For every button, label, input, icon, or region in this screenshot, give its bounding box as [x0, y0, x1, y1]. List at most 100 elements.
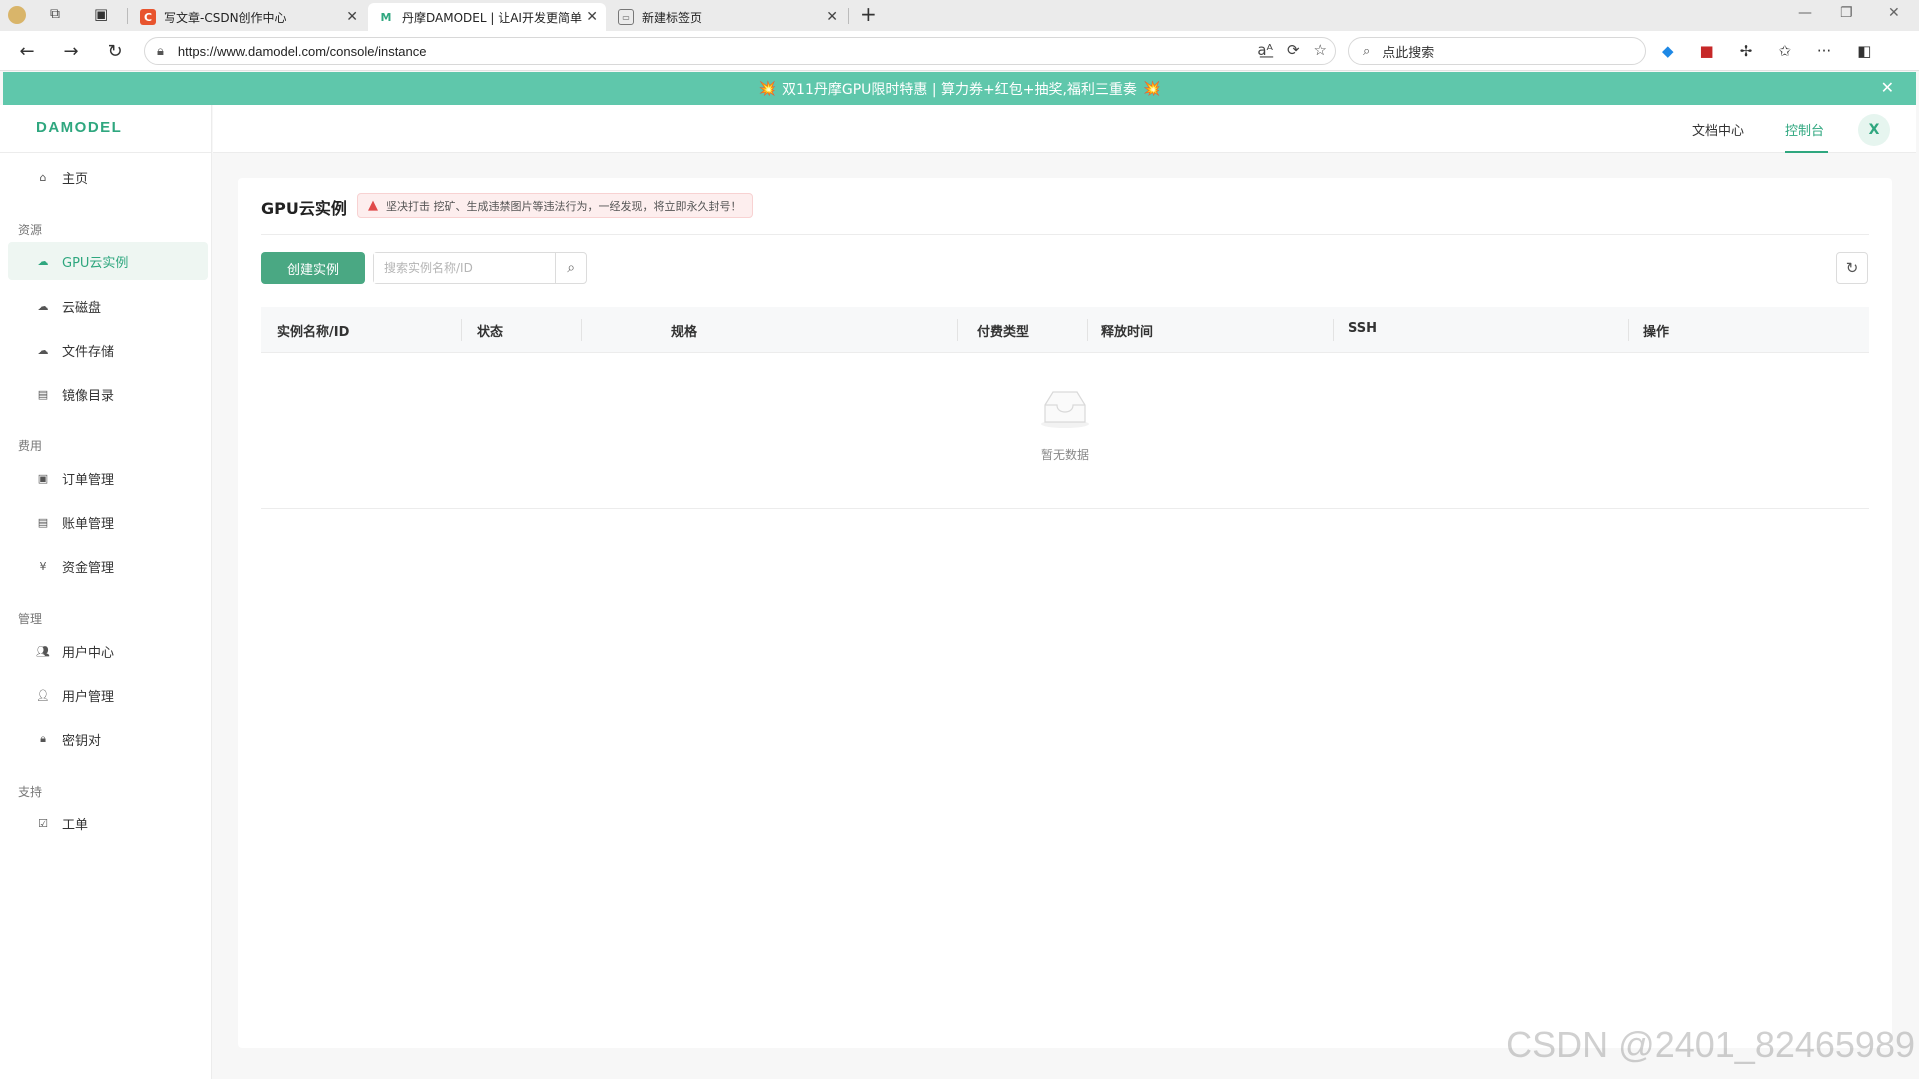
user-settings-icon: 👤︎: [36, 688, 50, 702]
column-header: 实例名称/ID: [277, 325, 350, 340]
browser-tab-bar: ⧉ ▣ C 写文章-CSDN创作中心 ✕ M 丹摩DAMODEL | 让AI开发…: [0, 0, 1919, 31]
column-header: 释放时间: [1101, 325, 1154, 340]
address-toolbar: ← → ↻ 🔒︎ https://www.damodel.com/console…: [0, 31, 1919, 71]
sidebar-item-home[interactable]: ⌂ 主页: [8, 158, 208, 196]
lock-icon: 🔒︎: [40, 732, 46, 745]
new-tab-plus-icon[interactable]: +: [860, 2, 877, 26]
column-header: 状态: [477, 325, 504, 340]
sidebar-item-cloud-disk[interactable]: ☁ 云磁盘: [8, 287, 208, 325]
empty-state: 暂无数据: [261, 353, 1869, 509]
workspaces-icon[interactable]: ⧉: [50, 6, 60, 22]
home-icon: ⌂: [39, 170, 47, 184]
search-icon: ⌕: [1363, 43, 1371, 59]
tab-csdn[interactable]: C 写文章-CSDN创作中心 ✕: [130, 3, 366, 31]
csdn-icon: C: [140, 9, 156, 25]
order-icon: ▣: [37, 471, 49, 485]
users-icon: 👥︎: [36, 644, 50, 658]
sidebar-item-bills[interactable]: ▤ 账单管理: [8, 503, 208, 541]
browser-search-placeholder: 点此搜索: [1382, 45, 1435, 61]
sidebar-group-support: 支持: [18, 785, 43, 799]
close-icon[interactable]: ✕: [826, 9, 838, 25]
damodel-icon: M: [380, 10, 392, 24]
page-title: GPU云实例: [261, 199, 347, 218]
tab-new-label: 新建标签页: [642, 10, 703, 25]
translate-icon[interactable]: a͟ᴬ: [1257, 41, 1273, 59]
extensions-puzzle-icon[interactable]: ✢: [1740, 42, 1753, 60]
minimize-icon[interactable]: —: [1798, 5, 1812, 21]
yen-icon: ¥: [39, 559, 47, 573]
close-icon[interactable]: ✕: [586, 9, 598, 25]
sidebar-item-gpu-instance[interactable]: ☁ GPU云实例: [8, 242, 208, 280]
explosion-icon: 💥: [1142, 80, 1161, 97]
instance-search-input[interactable]: [374, 253, 557, 283]
image-catalog-icon: ▤: [37, 387, 49, 401]
warning-notice: ▲ 坚决打击 挖矿、生成违禁图片等违法行为，一经发现，将立即永久封号！: [357, 193, 753, 218]
sidebar-group-management: 管理: [18, 612, 43, 626]
cloud-icon: ☁: [37, 254, 49, 268]
newtab-icon: ▭: [618, 9, 634, 25]
sidebar-item-orders[interactable]: ▣ 订单管理: [8, 459, 208, 497]
tab-damodel-label: 丹摩DAMODEL | 让AI开发更简单: [402, 10, 582, 25]
more-menu-icon[interactable]: ···: [1817, 42, 1831, 60]
sidebar-group-resources: 资源: [18, 223, 43, 237]
logo[interactable]: DAMODEL: [36, 119, 122, 136]
warning-text: 坚决打击 挖矿、生成违禁图片等违法行为，一经发现，将立即永久封号！: [386, 199, 742, 213]
sidebar-group-billing: 费用: [18, 439, 43, 453]
reload-icon[interactable]: ↻: [102, 39, 128, 63]
url-bar[interactable]: 🔒︎ https://www.damodel.com/console/insta…: [144, 37, 1336, 65]
sidebar-item-ticket[interactable]: ☑ 工单: [8, 804, 208, 842]
sidebar-item-funds[interactable]: ¥ 资金管理: [8, 547, 208, 585]
favorite-star-icon[interactable]: ☆: [1314, 41, 1327, 59]
refresh-page-icon[interactable]: ⟳: [1287, 41, 1300, 59]
sidebar-item-file-storage[interactable]: ☁ 文件存储: [8, 331, 208, 369]
table-header: 实例名称/ID 状态 规格 付费类型 释放时间 SSH 操作: [261, 307, 1869, 353]
vertical-tabs-icon[interactable]: ▣: [94, 5, 108, 23]
console-link[interactable]: 控制台: [1785, 120, 1824, 139]
instance-search: ⌕: [373, 252, 587, 284]
warning-triangle-icon: ▲: [368, 198, 378, 213]
sidebar-item-keypair[interactable]: 🔒︎ 密钥对: [8, 720, 208, 758]
ticket-check-icon: ☑: [38, 816, 48, 830]
tab-csdn-label: 写文章-CSDN创作中心: [164, 10, 287, 25]
promo-banner-text: 双11丹摩GPU限时特惠 | 算力券+红包+抽奖,福利三重奏: [782, 81, 1137, 98]
extension-red-icon[interactable]: ■: [1700, 42, 1714, 60]
close-icon[interactable]: ✕: [346, 9, 358, 25]
bill-icon: ▤: [37, 515, 49, 529]
back-icon[interactable]: ←: [14, 39, 40, 63]
avatar[interactable]: X: [1858, 114, 1890, 146]
lock-icon: 🔒︎: [157, 43, 164, 59]
refresh-icon: ↻: [1845, 259, 1859, 277]
extension-bird-icon[interactable]: ◆: [1662, 42, 1674, 60]
tab-damodel[interactable]: M 丹摩DAMODEL | 让AI开发更简单 ✕: [368, 3, 606, 31]
explosion-icon: 💥: [758, 80, 777, 97]
column-header: 付费类型: [977, 325, 1030, 340]
main-card: GPU云实例 ▲ 坚决打击 挖矿、生成违禁图片等违法行为，一经发现，将立即永久封…: [238, 178, 1892, 1048]
sidebar-item-user-center[interactable]: 👥︎ 用户中心: [8, 632, 208, 670]
cloud-disk-icon: ☁: [37, 299, 49, 313]
sidebar-toggle-icon[interactable]: ◧: [1857, 42, 1871, 60]
restore-icon[interactable]: ❐: [1840, 5, 1853, 21]
docs-link[interactable]: 文档中心: [1692, 120, 1744, 139]
promo-banner[interactable]: 💥 双11丹摩GPU限时特惠 | 算力券+红包+抽奖,福利三重奏 💥 ✕: [3, 72, 1916, 105]
column-header: SSH: [1348, 321, 1378, 336]
create-instance-button[interactable]: 创建实例: [261, 252, 365, 284]
cloud-upload-icon: ☁: [37, 343, 49, 357]
sidebar-item-images[interactable]: ▤ 镜像目录: [8, 375, 208, 413]
column-header: 规格: [671, 325, 698, 340]
top-header: 文档中心 控制台 X: [213, 105, 1916, 153]
tab-new[interactable]: ▭ 新建标签页 ✕: [608, 3, 846, 31]
window-close-icon[interactable]: ✕: [1888, 5, 1900, 21]
banner-close-icon[interactable]: ✕: [1881, 78, 1894, 97]
refresh-button[interactable]: ↻: [1836, 252, 1868, 284]
profile-avatar[interactable]: [8, 6, 26, 24]
sidebar: DAMODEL ⌂ 主页 资源 ☁ GPU云实例 ☁ 云磁盘 ☁ 文件存储 ▤ …: [0, 105, 212, 1079]
watermark: CSDN @2401_82465989: [1506, 1024, 1915, 1065]
sidebar-item-user-management[interactable]: 👤︎ 用户管理: [8, 676, 208, 714]
favorites-icon[interactable]: ✩: [1778, 42, 1791, 60]
browser-search-input[interactable]: ⌕ 点此搜索: [1348, 37, 1646, 65]
empty-text: 暂无数据: [1040, 448, 1089, 462]
column-header: 操作: [1643, 325, 1670, 340]
url-text: https://www.damodel.com/console/instance: [177, 43, 427, 59]
forward-icon[interactable]: →: [58, 39, 84, 63]
search-icon[interactable]: ⌕: [556, 253, 586, 283]
